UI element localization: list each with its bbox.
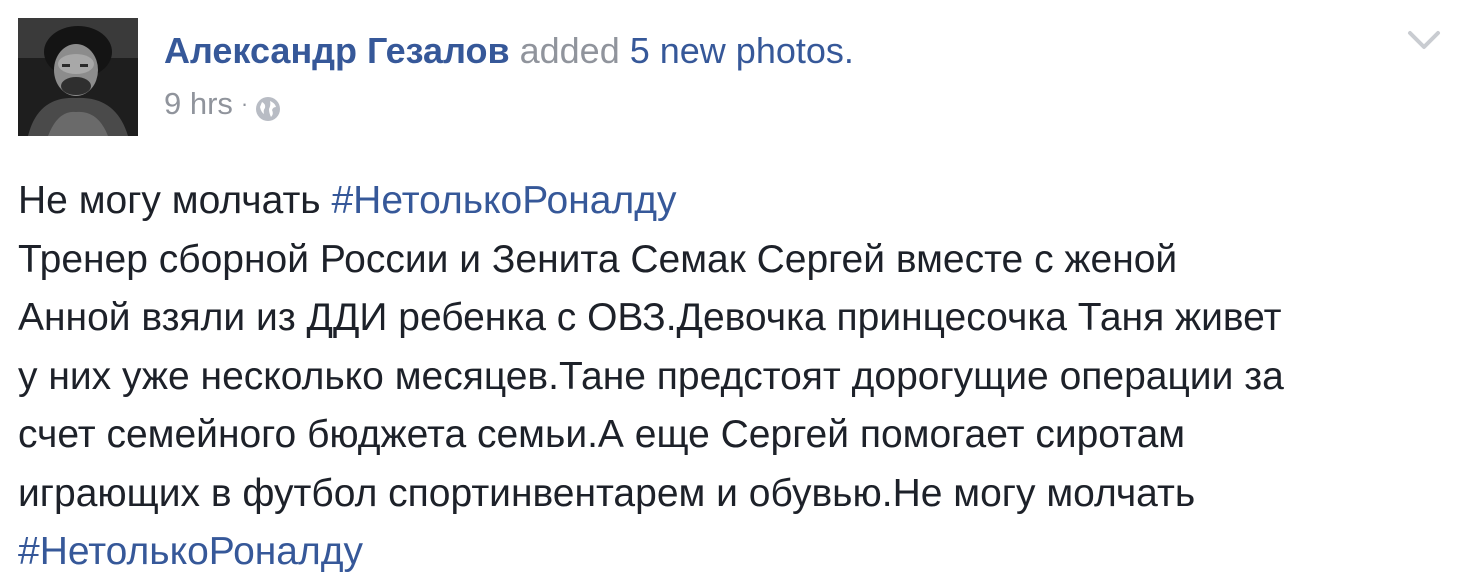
post-line-text: счет семейного бюджета семьи.А еще Серге…: [18, 413, 1186, 456]
author-avatar[interactable]: [18, 18, 138, 136]
post-headline: Александр Гезалов added 5 new photos.: [164, 26, 854, 76]
chevron-down-icon[interactable]: [1404, 22, 1444, 58]
post-line-text: играющих в футбол спортинвентарем и обув…: [18, 471, 1196, 515]
post-line-text: у них уже несколько месяцев.Тане предсто…: [18, 354, 1284, 398]
author-name-link[interactable]: Александр Гезалов: [164, 30, 510, 71]
globe-icon[interactable]: [254, 93, 282, 121]
post-line-text: Анной взяли из ДДИ ребенка с ОВЗ.Девочка…: [18, 296, 1282, 339]
hashtag-link[interactable]: #НетолькоРоналду: [331, 179, 676, 222]
post-line-text: Тренер сборной России и Зенита Семак Сер…: [18, 237, 1178, 281]
post-line-text: Не могу молчать: [18, 179, 332, 222]
post-header: Александр Гезалов added 5 new photos. 9 …: [164, 26, 854, 126]
post-line-3: Анной взяли из ДДИ ребенка с ОВЗ.Девочка…: [18, 289, 1448, 348]
post-line-1: Не могу молчать #НетолькоРоналду: [18, 172, 1448, 231]
facebook-post: Александр Гезалов added 5 new photos. 9 …: [0, 0, 1460, 582]
post-body: Не могу молчать #НетолькоРоналду Тренер …: [18, 172, 1448, 582]
timestamp-link[interactable]: 9 hrs: [164, 84, 233, 124]
post-line-7: #НетолькоРоналду: [18, 523, 1448, 582]
post-line-6: играющих в футбол спортинвентарем и обув…: [18, 465, 1448, 524]
action-text: added: [519, 30, 620, 71]
photos-link[interactable]: 5 new photos.: [630, 30, 854, 71]
post-line-4: у них уже несколько месяцев.Тане предсто…: [18, 348, 1448, 407]
post-line-5: счет семейного бюджета семьи.А еще Серге…: [18, 406, 1448, 465]
hashtag-link[interactable]: #НетолькоРоналду: [18, 530, 363, 573]
meta-separator: ·: [240, 91, 249, 116]
post-line-2: Тренер сборной России и Зенита Семак Сер…: [18, 231, 1448, 290]
post-meta: 9 hrs ·: [164, 84, 854, 124]
